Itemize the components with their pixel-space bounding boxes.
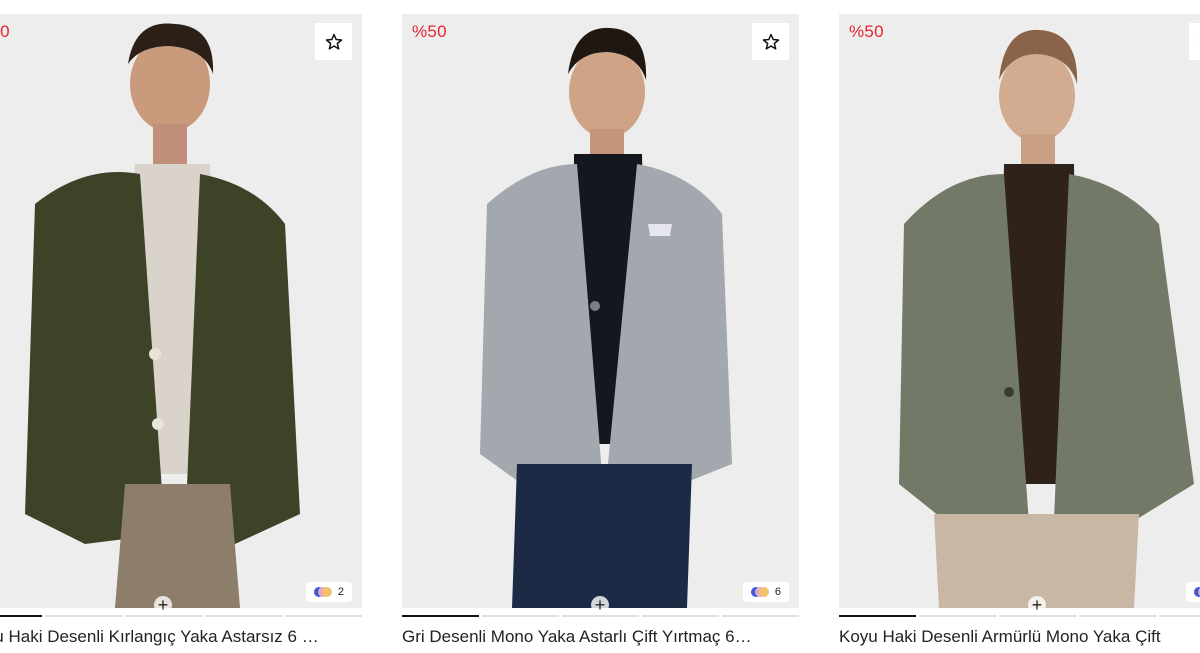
discount-badge: %50 bbox=[849, 22, 884, 41]
color-swatch-icon bbox=[313, 587, 332, 597]
favorite-button[interactable] bbox=[315, 23, 352, 60]
product-card[interactable]: %50 + Koyu Haki Desenli Armürlü Mono Yak… bbox=[839, 14, 1200, 653]
color-swatch-icon bbox=[1194, 587, 1200, 597]
image-progress bbox=[402, 615, 799, 617]
color-count-badge[interactable]: 6 bbox=[742, 582, 789, 602]
color-count: 6 bbox=[774, 586, 781, 598]
image-progress bbox=[0, 615, 362, 617]
color-swatch-icon bbox=[750, 587, 769, 597]
model-photo bbox=[480, 27, 732, 608]
color-count: 2 bbox=[337, 586, 344, 598]
favorite-button[interactable] bbox=[752, 23, 789, 60]
product-image[interactable]: %50 6 bbox=[402, 14, 799, 608]
model-photo bbox=[25, 23, 300, 608]
product-title[interactable]: Koyu Haki Desenli Kırlangıç Yaka Astarsı… bbox=[0, 627, 362, 647]
model-photo bbox=[899, 29, 1194, 608]
plus-icon[interactable]: + bbox=[1028, 595, 1046, 615]
favorite-button[interactable] bbox=[1189, 23, 1200, 60]
color-count-badge[interactable]: 2 bbox=[305, 582, 352, 602]
image-progress bbox=[839, 615, 1200, 617]
plus-icon[interactable]: + bbox=[154, 595, 172, 615]
product-title[interactable]: Koyu Haki Desenli Armürlü Mono Yaka Çift bbox=[839, 627, 1200, 647]
color-count-badge[interactable] bbox=[1186, 582, 1200, 602]
star-outline-icon bbox=[325, 33, 342, 50]
product-title[interactable]: Gri Desenli Mono Yaka Astarlı Çift Yırtm… bbox=[402, 627, 799, 647]
product-card[interactable]: %50 2 + Koyu Haki Desenli Kırlangıç Yaka… bbox=[0, 14, 362, 653]
star-outline-icon bbox=[762, 33, 779, 50]
plus-icon[interactable]: + bbox=[591, 595, 609, 615]
discount-badge: %50 bbox=[412, 22, 447, 41]
product-image[interactable]: %50 bbox=[839, 14, 1200, 608]
product-image[interactable]: %50 2 bbox=[0, 14, 362, 608]
product-card[interactable]: %50 6 + Gri Desenli Mono Yaka Astarlı Çi… bbox=[402, 14, 799, 653]
discount-badge: %50 bbox=[0, 22, 10, 41]
